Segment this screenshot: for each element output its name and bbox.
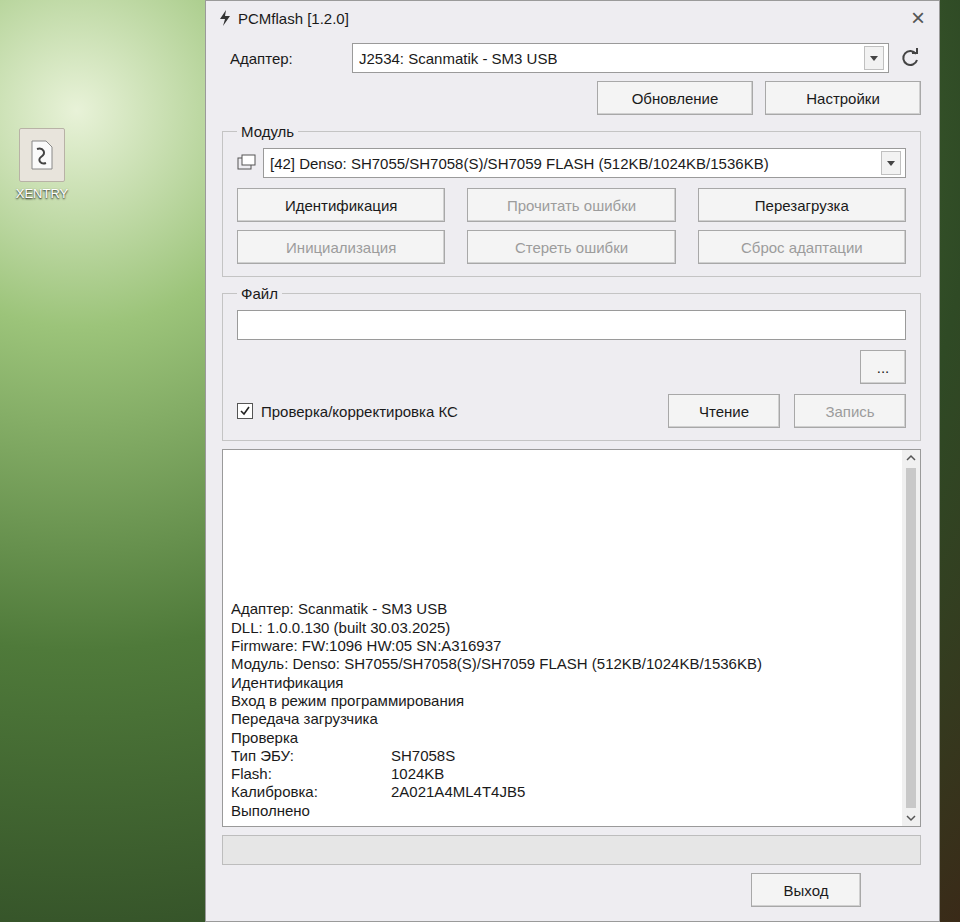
file-button[interactable]: Запись: [794, 394, 906, 428]
dropdown-arrow-icon[interactable]: [881, 151, 901, 175]
window-title: PCMflash [1.2.0]: [238, 10, 349, 27]
file-legend: Файл: [237, 285, 282, 302]
adapter-select[interactable]: J2534: Scanmatik - SM3 USB: [352, 43, 889, 73]
checkbox-box[interactable]: [237, 403, 253, 419]
module-select[interactable]: [42] Denso: SH7055/SH7058(S)/SH7059 FLAS…: [263, 148, 906, 178]
log-line: Вход в режим программирования: [231, 692, 896, 710]
refresh-icon[interactable]: [899, 47, 921, 69]
close-button[interactable]: ×: [911, 6, 925, 30]
desktop-icon-label: XENTRY: [16, 186, 69, 201]
app-icon: [218, 10, 232, 26]
top-button-row: Обновление Настройки: [222, 81, 921, 115]
log-line: DLL: 1.0.0.130 (built 30.03.2025): [231, 619, 896, 637]
check-icon: [240, 406, 250, 416]
module-legend: Модуль: [237, 123, 298, 140]
file-button[interactable]: Чтение: [668, 394, 780, 428]
log-line: Модуль: Denso: SH7055/SH7058(S)/SH7059 F…: [231, 655, 896, 673]
module-group: Модуль [42] Denso: SH7055/SH7058(S)/SH705…: [222, 123, 921, 277]
log-line: Тип ЭБУ:SH7058S: [231, 747, 896, 765]
log-line: Калибровка:2A021A4ML4T4JB5: [231, 783, 896, 801]
log-line: Передача загрузчика: [231, 710, 896, 728]
document-icon[interactable]: [19, 128, 65, 182]
log-line: Адаптер: Scanmatik - SM3 USB: [231, 600, 896, 618]
scroll-down-icon[interactable]: [906, 814, 916, 822]
adapter-label: Адаптер:: [222, 50, 342, 67]
title-bar: PCMflash [1.2.0] ×: [206, 1, 939, 35]
checkbox-label: Проверка/корректировка КС: [261, 403, 458, 420]
window-icon[interactable]: [237, 153, 257, 173]
exit-button[interactable]: Выход: [751, 873, 861, 907]
scroll-thumb[interactable]: [906, 468, 916, 808]
module-button[interactable]: Инициализация: [237, 230, 445, 264]
log-line: Выполнено: [231, 802, 896, 820]
log-line: Идентификация: [231, 674, 896, 692]
desktop: XENTRY PCMflash [1.2.0] × Адаптер: J2534: Sc…: [0, 0, 960, 922]
module-button[interactable]: Стереть ошибки: [467, 230, 675, 264]
checksum-checkbox[interactable]: Проверка/корректировка КС: [237, 403, 654, 420]
file-group: Файл... Проверка/корректировка КС Чтение За…: [222, 285, 921, 441]
log-line: Firmware: FW:1096 HW:05 SN:A316937: [231, 637, 896, 655]
progress-bar: [222, 835, 921, 865]
browse-button[interactable]: ...: [860, 350, 906, 384]
module-button[interactable]: Прочитать ошибки: [467, 188, 675, 222]
log-line: Flash:1024KB: [231, 765, 896, 783]
app-window: PCMflash [1.2.0] × Адаптер: J2534: Scanmati…: [205, 0, 940, 922]
top-button[interactable]: Обновление: [597, 81, 753, 115]
top-button[interactable]: Настройки: [765, 81, 921, 115]
log-box: Адаптер: Scanmatik - SM3 USBDLL: 1.0.0.1…: [222, 449, 921, 827]
scroll-up-icon[interactable]: [906, 454, 916, 462]
file-path-input[interactable]: [237, 310, 906, 340]
module-button[interactable]: Сброс адаптации: [698, 230, 906, 264]
module-button[interactable]: Идентификация: [237, 188, 445, 222]
log-scrollbar[interactable]: [902, 450, 920, 826]
module-button[interactable]: Перезагрузка: [698, 188, 906, 222]
adapter-row: Адаптер: J2534: Scanmatik - SM3 USB: [222, 43, 921, 73]
desktop-icon[interactable]: XENTRY: [10, 128, 74, 201]
log-line: Проверка: [231, 729, 896, 747]
dropdown-arrow-icon[interactable]: [864, 46, 884, 70]
